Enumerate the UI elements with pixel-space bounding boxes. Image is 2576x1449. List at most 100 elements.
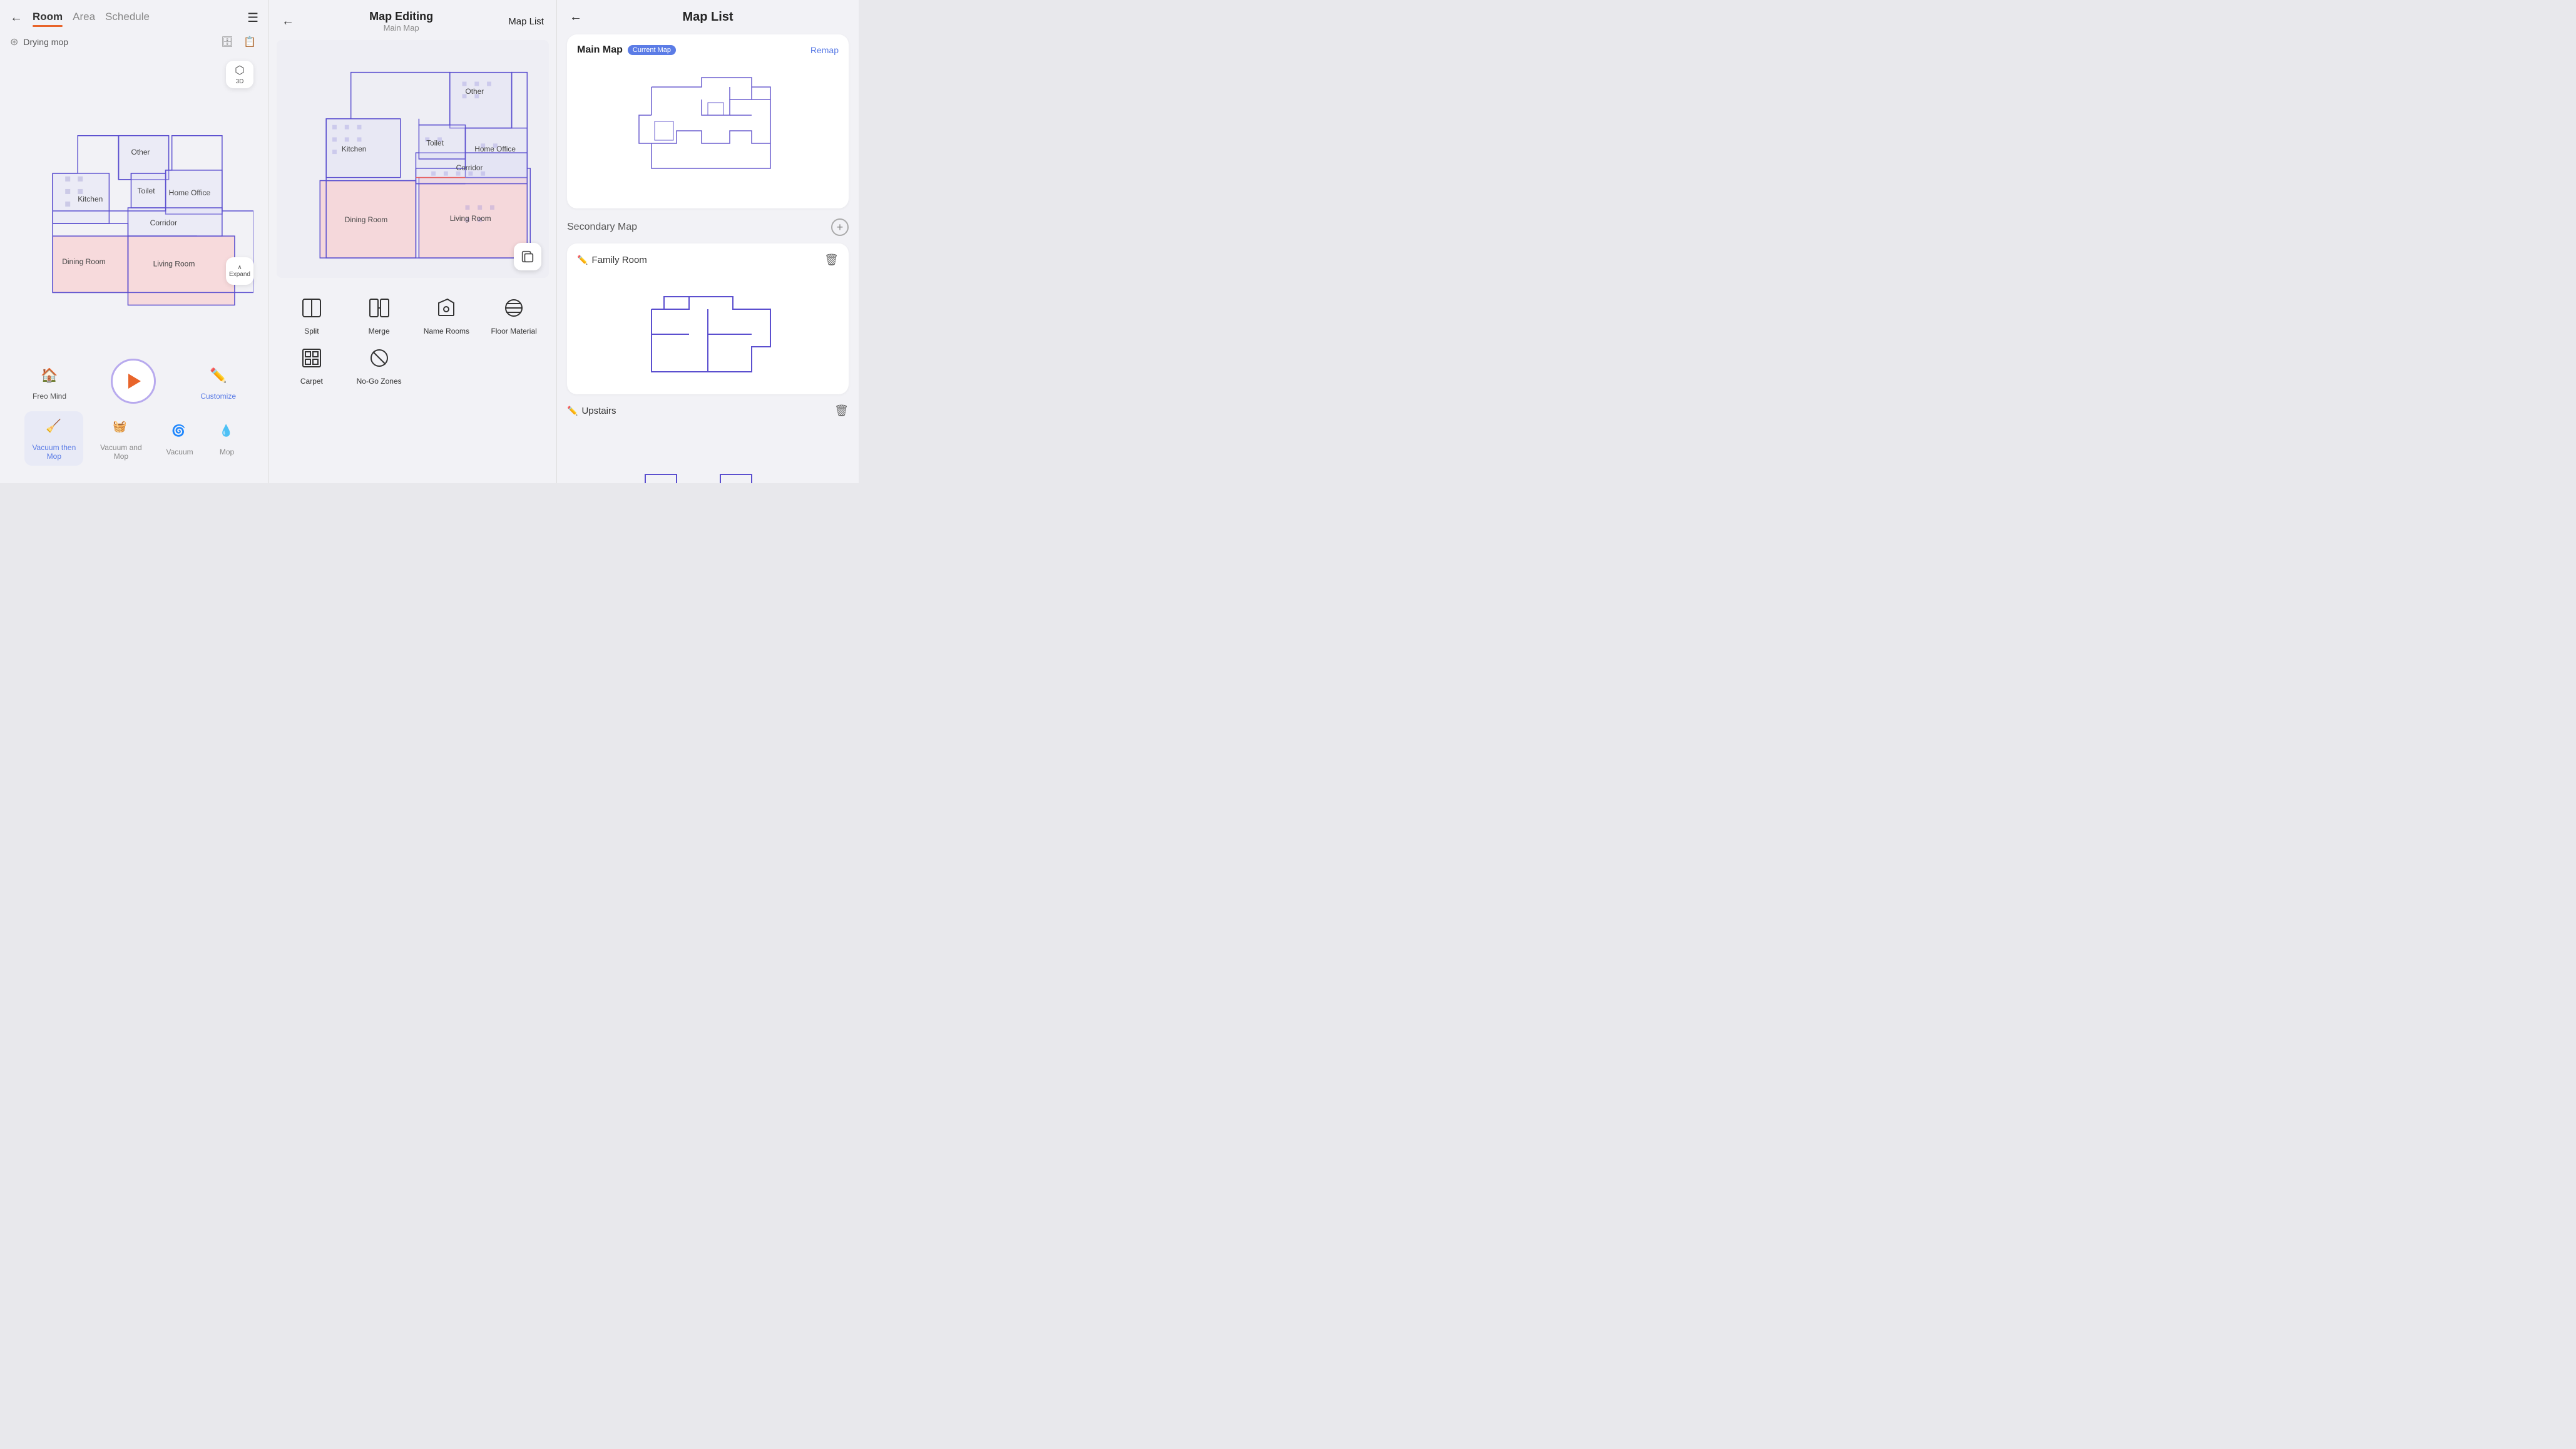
mode-vacuum-and-mop[interactable]: 🧺 Vacuum andMop [93, 411, 150, 466]
add-icon: + [837, 221, 844, 234]
menu-icon[interactable]: ☰ [247, 10, 258, 26]
mode-mop[interactable]: 💧 Mop [210, 416, 244, 461]
tab-schedule[interactable]: Schedule [105, 11, 150, 26]
main-map-section: Main Map Current Map Remap [567, 34, 849, 208]
map-editing-subtitle: Main Map [369, 23, 433, 33]
right-header: ← Map List [557, 0, 859, 34]
play-icon [128, 374, 141, 389]
family-room-label: Family Room [591, 255, 647, 265]
secondary-map-header: Secondary Map + [557, 218, 859, 236]
tab-area[interactable]: Area [73, 11, 95, 26]
expand-button[interactable]: ∧ Expand [226, 257, 253, 285]
upstairs-section: ✏️ Upstairs 🗑 [567, 404, 849, 483]
info-icon[interactable]: 📋 [241, 33, 258, 51]
upstairs-edit-icon[interactable]: ✏️ [567, 406, 578, 416]
vacuum-then-mop-label: Vacuum thenMop [32, 443, 76, 461]
btn-3d[interactable]: ⬡ 3D [226, 61, 253, 88]
svg-text:Home Office: Home Office [169, 188, 211, 197]
freo-mind-label: Freo Mind [33, 392, 66, 401]
drying-mop-bar: ⊛ Drying mop 🗄 📋 [10, 33, 258, 51]
tool-split[interactable]: Split [282, 293, 342, 335]
family-room-name: ✏️ Family Room [577, 255, 647, 265]
vacuum-and-mop-icon: 🧺 [111, 416, 130, 439]
svg-text:🌀: 🌀 [171, 424, 185, 437]
nogo-zones-label: No-Go Zones [357, 377, 402, 386]
expand-chevron-icon: ∧ [237, 264, 242, 271]
svg-text:Home Office: Home Office [474, 145, 516, 153]
remap-link[interactable]: Remap [810, 45, 839, 55]
svg-text:Toilet: Toilet [426, 138, 444, 147]
family-room-delete-button[interactable]: 🗑 [824, 253, 839, 267]
map-list-button[interactable]: Map List [508, 16, 544, 27]
svg-text:Corridor: Corridor [456, 163, 483, 172]
family-room-edit-icon[interactable]: ✏️ [577, 255, 588, 265]
split-label: Split [304, 327, 319, 335]
mode-vacuum-then-mop[interactable]: 🧹 Vacuum thenMop [24, 411, 83, 466]
svg-text:💧: 💧 [219, 424, 233, 437]
left-map-container: ⬡ 3D [10, 56, 258, 354]
tab-room[interactable]: Room [33, 11, 63, 26]
cube-icon: ⬡ [235, 64, 245, 77]
freo-mind-button[interactable]: 🏠 Freo Mind [33, 362, 66, 401]
svg-text:Dining Room: Dining Room [345, 215, 388, 224]
map-editing-title: Map Editing Main Map [369, 10, 433, 33]
back-button[interactable]: ← [10, 11, 23, 25]
split-icon [297, 293, 327, 323]
vacuum-and-mop-label: Vacuum andMop [100, 443, 142, 461]
map-editing-heading: Map Editing [369, 10, 433, 23]
main-map-title: Main Map Current Map [577, 44, 676, 56]
mode-selector: 🧹 Vacuum thenMop 🧺 Vacuum andMop 🌀 [20, 411, 248, 466]
tool-name-rooms[interactable]: Name Rooms [417, 293, 477, 335]
secondary-map-label: Secondary Map [567, 222, 637, 233]
floor-material-label: Floor Material [491, 327, 536, 335]
svg-text:Living Room: Living Room [450, 214, 491, 223]
middle-back-button[interactable]: ← [282, 14, 294, 29]
mode-vacuum[interactable]: 🌀 Vacuum [159, 416, 201, 461]
right-back-button[interactable]: ← [570, 10, 582, 24]
save-icon[interactable]: 🗄 [218, 33, 236, 51]
freo-mind-icon: 🏠 [36, 362, 63, 389]
expand-label: Expand [229, 271, 250, 278]
customize-icon: ✏️ [205, 362, 232, 389]
bottom-controls: 🏠 Freo Mind ✏️ Customize 🧹 Vacuum thenMo… [10, 354, 258, 473]
drying-mop-icon: ⊛ [10, 36, 18, 48]
left-panel: ← Room Area Schedule ☰ ⊛ Drying mop 🗄 📋 … [0, 0, 269, 483]
family-room-preview [577, 272, 839, 384]
vacuum-label: Vacuum [166, 448, 193, 456]
upstairs-delete-button[interactable]: 🗑 [834, 404, 849, 417]
copy-map-button[interactable] [514, 243, 541, 270]
freo-row: 🏠 Freo Mind ✏️ Customize [20, 359, 248, 404]
edit-tools: Split Merge Name Rooms [269, 283, 556, 396]
upstairs-preview [567, 428, 849, 483]
svg-text:🧹: 🧹 [46, 418, 61, 433]
tool-floor-material[interactable]: Floor Material [484, 293, 544, 335]
tool-nogo-zones[interactable]: No-Go Zones [349, 343, 409, 386]
svg-text:Corridor: Corridor [150, 218, 177, 227]
vacuum-then-mop-icon: 🧹 [44, 416, 63, 439]
middle-map-area: Kitchen Other Home Office Toilet Corrido… [277, 40, 549, 278]
vacuum-icon: 🌀 [170, 421, 189, 444]
merge-icon [364, 293, 394, 323]
right-title: Map List [590, 10, 826, 24]
customize-label: Customize [200, 392, 236, 401]
svg-text:Other: Other [131, 148, 150, 156]
tool-merge[interactable]: Merge [349, 293, 409, 335]
tool-carpet[interactable]: Carpet [282, 343, 342, 386]
play-button[interactable] [111, 359, 156, 404]
add-map-button[interactable]: + [831, 218, 849, 236]
floor-material-icon [499, 293, 529, 323]
svg-text:Toilet: Toilet [138, 187, 156, 195]
mop-icon: 💧 [218, 421, 237, 444]
family-room-item: ✏️ Family Room 🗑 [567, 243, 849, 394]
svg-text:Other: Other [465, 87, 484, 96]
upstairs-name: ✏️ Upstairs [567, 406, 616, 416]
upstairs-label: Upstairs [581, 406, 616, 416]
svg-text:Living Room: Living Room [153, 259, 195, 268]
right-panel: ← Map List Main Map Current Map Remap [557, 0, 859, 483]
customize-button[interactable]: ✏️ Customize [200, 362, 236, 401]
drying-mop-label: Drying mop [23, 37, 68, 47]
carpet-label: Carpet [300, 377, 323, 386]
name-rooms-label: Name Rooms [424, 327, 469, 335]
svg-text:Kitchen: Kitchen [78, 195, 103, 203]
nogo-zones-icon [364, 343, 394, 373]
